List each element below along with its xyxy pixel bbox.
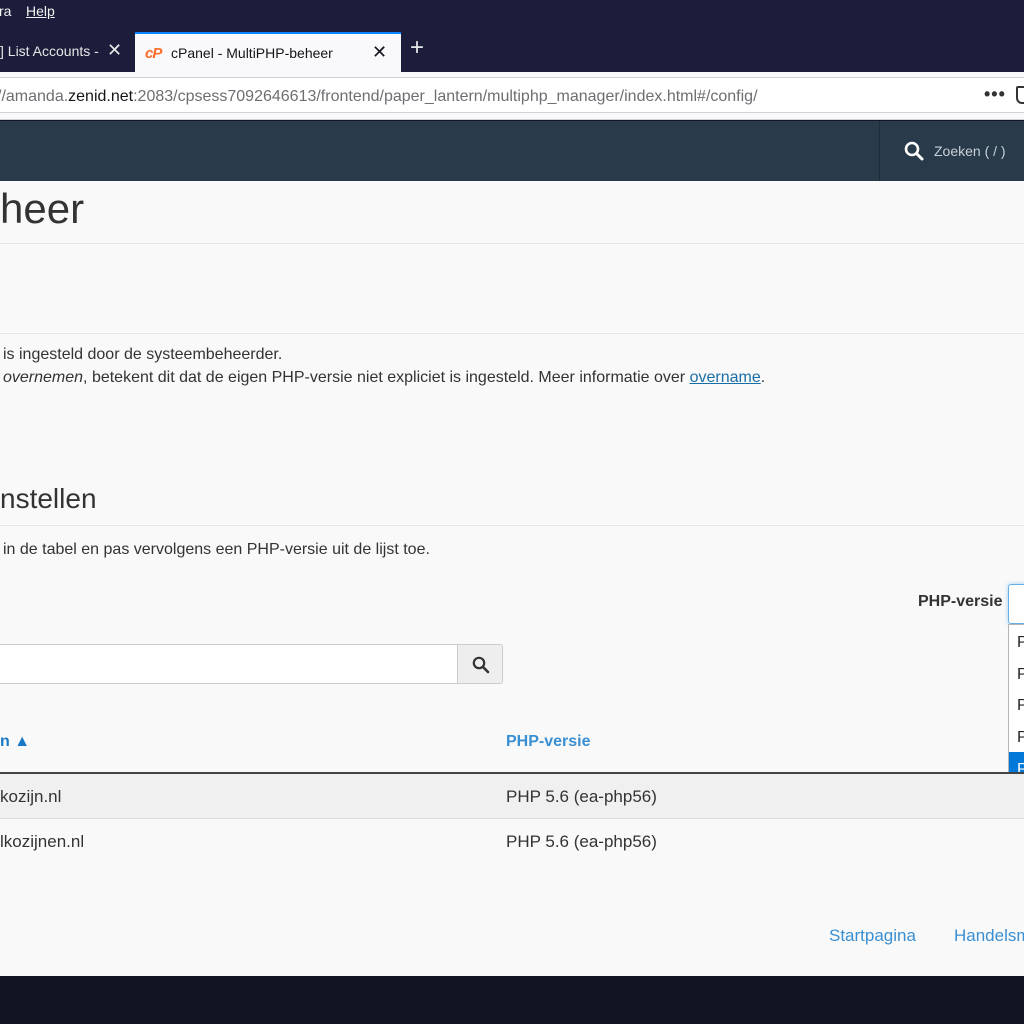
tab-label: ] List Accounts - [0,43,99,59]
tab-label: cPanel - MultiPHP-beheer [171,45,333,61]
footer-terms-link[interactable]: Handelsm [954,926,1024,946]
divider [0,525,1024,526]
browser-tabbar: ] List Accounts - ✕ cP cPanel - MultiPHP… [0,24,1024,72]
php-version-cell: PHP 5.6 (ea-php56) [506,832,657,851]
menu-item-help[interactable]: Help [26,3,55,19]
notice-text: overnemen, betekent dit dat de eigen PHP… [3,369,766,386]
php-version-select[interactable] [1008,584,1024,624]
footer-home-link[interactable]: Startpagina [829,926,916,946]
menu-item-partial[interactable]: ra [0,3,11,19]
tab-multiphp-beheer[interactable]: cP cPanel - MultiPHP-beheer ✕ [135,32,401,72]
close-tab-icon[interactable]: ✕ [107,40,122,60]
tab-list-accounts[interactable]: ] List Accounts - ✕ [0,32,134,72]
browser-navbar: //amanda.zenid.net:2083/cpsess7092646613… [0,72,1024,120]
table-row[interactable]: kozijn.nl PHP 5.6 (ea-php56) [0,774,1024,819]
browser-menubar: ra Help [0,0,1024,24]
page-title: heer [0,185,85,232]
notice-text: is ingesteld door de systeembeheerder. [3,346,283,363]
dropdown-option[interactable]: P [1009,720,1024,752]
section-description: in de tabel en pas vervolgens een PHP-ve… [3,541,430,558]
dropdown-option[interactable]: P [1009,657,1024,689]
shield-icon[interactable] [1016,86,1024,104]
search-icon [904,141,924,161]
search-icon [472,656,490,674]
domain-search-input[interactable] [0,644,458,684]
domain-search-button[interactable] [457,644,503,684]
cpanel-header: Zoeken ( / ) [0,121,1024,181]
column-header-php-version[interactable]: PHP-versie [506,733,591,751]
close-tab-icon[interactable]: ✕ [372,42,387,62]
domain-cell: kozijn.nl [0,787,62,806]
url-text: //amanda.zenid.net:2083/cpsess7092646613… [0,88,758,105]
cpanel-logo-icon: cP [145,45,162,62]
divider [0,333,1024,334]
table-row[interactable]: lkozijnen.nl PHP 5.6 (ea-php56) [0,819,1024,864]
header-search[interactable]: Zoeken ( / ) [879,121,1024,181]
main-content: heer is ingesteld door de systeembeheerd… [0,181,1024,976]
new-tab-button[interactable]: + [410,36,424,60]
dropdown-option[interactable]: P [1009,625,1024,657]
php-version-label: PHP-versie [918,593,1003,610]
php-version-cell: PHP 5.6 (ea-php56) [506,787,657,806]
dropdown-option[interactable]: P [1009,688,1024,720]
os-taskbar [0,976,1024,1024]
domain-cell: lkozijnen.nl [0,832,85,851]
column-header-domain[interactable]: n ▲ [0,733,30,751]
page-actions-icon[interactable]: ••• [984,84,1006,105]
url-bar[interactable]: //amanda.zenid.net:2083/cpsess7092646613… [0,77,1024,113]
section-title: nstellen [0,483,97,514]
search-placeholder: Zoeken ( / ) [934,143,1006,159]
divider [0,243,1024,244]
overname-link[interactable]: overname [690,369,761,386]
